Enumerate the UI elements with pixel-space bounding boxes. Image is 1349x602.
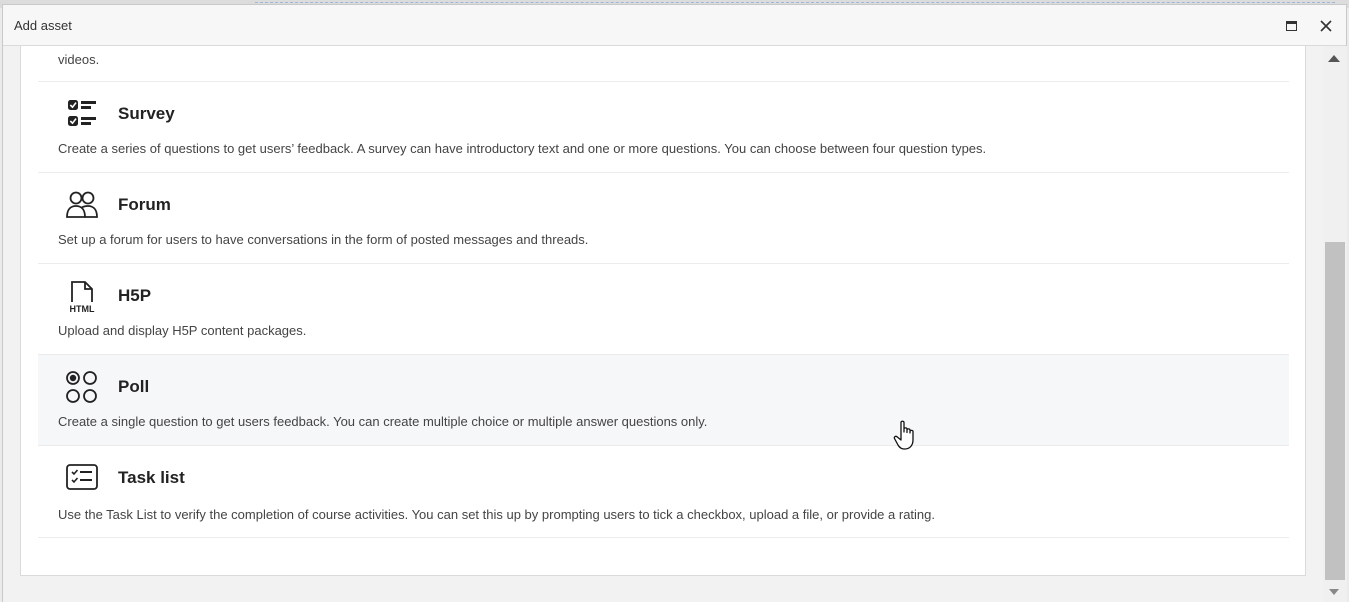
scroll-down-arrow-icon[interactable] <box>1329 589 1339 595</box>
asset-name-survey: Survey <box>118 104 175 123</box>
asset-description-h5p: Upload and display H5P content packages. <box>58 323 307 338</box>
survey-checklist-icon <box>68 100 96 126</box>
close-icon <box>1320 20 1332 32</box>
background-dashed-line <box>255 2 1335 3</box>
close-button[interactable] <box>1313 13 1339 39</box>
hand-pointer-cursor-icon <box>893 420 914 450</box>
asset-description-task-list: Use the Task List to verify the completi… <box>58 507 935 522</box>
add-asset-dialog: Add asset videos. Survey Create a series… <box>2 4 1347 602</box>
poll-options-icon <box>66 371 97 403</box>
asset-description-poll: Create a single question to get users fe… <box>58 414 708 429</box>
asset-name-task-list: Task list <box>118 468 185 487</box>
asset-option-survey[interactable]: Survey Create a series of questions to g… <box>38 82 1289 172</box>
dialog-titlebar: Add asset <box>3 5 1346 46</box>
asset-description-survey: Create a series of questions to get user… <box>58 141 987 156</box>
vertical-scrollbar[interactable] <box>1323 46 1347 602</box>
maximize-button[interactable] <box>1278 13 1304 39</box>
separator <box>38 537 1289 538</box>
scroll-up-arrow-icon[interactable] <box>1328 55 1340 62</box>
asset-list: videos. Survey Create a series of questi… <box>20 46 1306 576</box>
asset-name-forum: Forum <box>118 195 171 214</box>
asset-option-task-list[interactable]: Task list Use the Task List to verify th… <box>38 446 1289 536</box>
task-list-icon <box>66 464 98 490</box>
asset-name-h5p: H5P <box>118 286 152 305</box>
html-file-icon: HTML <box>70 281 95 314</box>
asset-option-h5p[interactable]: HTML H5P Upload and display H5P content … <box>38 264 1289 354</box>
maximize-icon <box>1285 21 1297 31</box>
html-file-icon-label: HTML <box>70 304 95 314</box>
previous-asset-description: videos. <box>58 52 100 67</box>
asset-name-poll: Poll <box>118 377 150 396</box>
asset-option-poll[interactable]: Poll Create a single question to get use… <box>38 355 1289 445</box>
asset-description-forum: Set up a forum for users to have convers… <box>58 232 589 247</box>
scrollbar-thumb[interactable] <box>1325 242 1345 580</box>
asset-option-forum[interactable]: Forum Set up a forum for users to have c… <box>38 173 1289 263</box>
forum-users-icon <box>66 191 98 218</box>
dialog-title: Add asset <box>14 18 72 33</box>
